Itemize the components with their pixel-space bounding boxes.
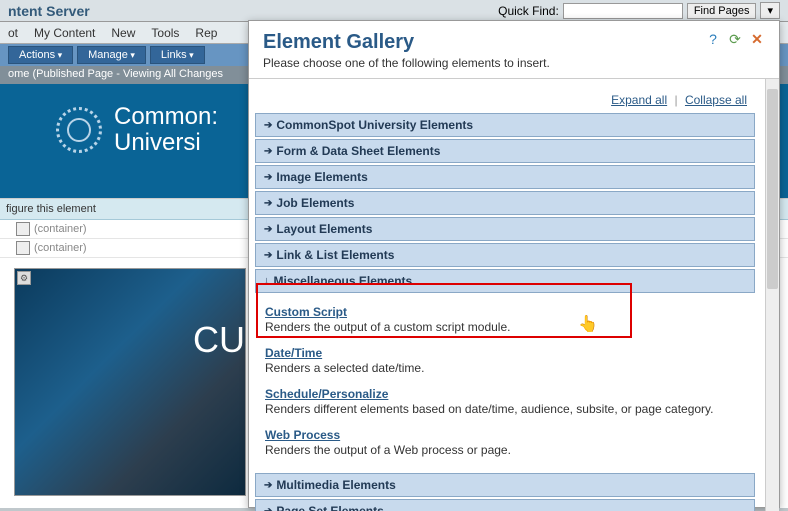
- container-icon: [16, 222, 30, 236]
- category-miscellaneous-elements[interactable]: Miscellaneous Elements: [255, 269, 755, 293]
- arrow-right-icon: [264, 120, 272, 131]
- quickfind-label: Quick Find:: [498, 4, 559, 18]
- help-icon[interactable]: ?: [705, 31, 721, 47]
- category-label: Job Elements: [276, 196, 354, 210]
- element-description: Renders the output of a Web process or p…: [265, 443, 745, 457]
- dialog-icons: ? ⟳ ✕: [705, 31, 765, 47]
- close-icon[interactable]: ✕: [749, 31, 765, 47]
- wreath-icon: [56, 107, 102, 153]
- container-label-1: (container): [34, 223, 87, 235]
- arrow-right-icon: [264, 146, 272, 157]
- element-description: Renders a selected date/time.: [265, 361, 745, 375]
- container-icon: [16, 241, 30, 255]
- element-title[interactable]: Schedule/Personalize: [265, 387, 745, 401]
- collapse-all-link[interactable]: Collapse all: [685, 93, 747, 107]
- category-layout-elements[interactable]: Layout Elements: [255, 217, 755, 241]
- scroll-thumb[interactable]: [767, 89, 778, 289]
- dialog-header: Element Gallery Please choose one of the…: [249, 21, 779, 79]
- separator: |: [674, 93, 677, 107]
- element-description: Renders different elements based on date…: [265, 402, 745, 416]
- gear-icon[interactable]: ⚙: [17, 271, 31, 285]
- element-item-custom-script[interactable]: Custom ScriptRenders the output of a cus…: [263, 299, 747, 340]
- category-items: Custom ScriptRenders the output of a cus…: [255, 295, 755, 473]
- element-title[interactable]: Custom Script: [265, 305, 745, 319]
- logo-text: Common: Universi: [114, 104, 218, 157]
- arrow-right-icon: [264, 198, 272, 209]
- category-label: Form & Data Sheet Elements: [276, 144, 440, 158]
- arrow-right-icon: [264, 172, 272, 183]
- category-label: Image Elements: [276, 170, 367, 184]
- find-pages-button[interactable]: Find Pages: [687, 3, 757, 19]
- manage-button[interactable]: Manage: [77, 46, 146, 64]
- category-page-set-elements[interactable]: Page Set Elements: [255, 499, 755, 511]
- category-commonspot-university-elements[interactable]: CommonSpot University Elements: [255, 113, 755, 137]
- category-label: Multimedia Elements: [276, 478, 395, 492]
- arrow-down-icon: [264, 275, 270, 287]
- element-item-web-process[interactable]: Web ProcessRenders the output of a Web p…: [263, 422, 747, 463]
- category-job-elements[interactable]: Job Elements: [255, 191, 755, 215]
- category-label: Layout Elements: [276, 222, 372, 236]
- element-item-date-time[interactable]: Date/TimeRenders a selected date/time.: [263, 340, 747, 381]
- expand-all-link[interactable]: Expand all: [611, 93, 667, 107]
- quickfind-input[interactable]: [563, 3, 683, 19]
- element-description: Renders the output of a custom script mo…: [265, 320, 745, 334]
- app-title: ntent Server: [8, 3, 498, 19]
- menu-ot[interactable]: ot: [8, 26, 18, 40]
- hero-text: CU: [193, 319, 245, 361]
- menu-reports[interactable]: Rep: [195, 26, 217, 40]
- top-bar: ntent Server Quick Find: Find Pages ▾: [0, 0, 788, 22]
- menu-my-content[interactable]: My Content: [34, 26, 95, 40]
- hero-image: ⚙ CU: [14, 268, 246, 496]
- refresh-icon[interactable]: ⟳: [727, 31, 743, 47]
- find-dropdown-button[interactable]: ▾: [760, 2, 780, 19]
- element-item-schedule-personalize[interactable]: Schedule/PersonalizeRenders different el…: [263, 381, 747, 422]
- scroll-area: Expand all | Collapse all CommonSpot Uni…: [249, 79, 765, 511]
- element-title[interactable]: Date/Time: [265, 346, 745, 360]
- category-label: CommonSpot University Elements: [276, 118, 473, 132]
- category-form-data-sheet-elements[interactable]: Form & Data Sheet Elements: [255, 139, 755, 163]
- arrow-right-icon: [264, 480, 272, 491]
- category-link-list-elements[interactable]: Link & List Elements: [255, 243, 755, 267]
- menu-new[interactable]: New: [111, 26, 135, 40]
- logo-line2: Universi: [114, 130, 218, 156]
- element-title[interactable]: Web Process: [265, 428, 745, 442]
- expand-collapse-row: Expand all | Collapse all: [255, 87, 755, 113]
- dialog-body: Expand all | Collapse all CommonSpot Uni…: [249, 79, 779, 511]
- arrow-right-icon: [264, 224, 272, 235]
- category-multimedia-elements[interactable]: Multimedia Elements: [255, 473, 755, 497]
- arrow-right-icon: [264, 506, 272, 511]
- logo-line1: Common:: [114, 104, 218, 130]
- links-button[interactable]: Links: [150, 46, 205, 64]
- arrow-right-icon: [264, 250, 272, 261]
- category-image-elements[interactable]: Image Elements: [255, 165, 755, 189]
- category-label: Miscellaneous Elements: [274, 274, 413, 288]
- scrollbar[interactable]: [765, 79, 779, 511]
- category-label: Link & List Elements: [276, 248, 394, 262]
- category-label: Page Set Elements: [276, 504, 383, 511]
- actions-button[interactable]: Actions: [8, 46, 73, 64]
- menu-tools[interactable]: Tools: [151, 26, 179, 40]
- dialog-title: Element Gallery: [263, 31, 550, 54]
- quick-find: Quick Find: Find Pages ▾: [498, 2, 780, 19]
- container-label-2: (container): [34, 242, 87, 254]
- element-gallery-dialog: Element Gallery Please choose one of the…: [248, 20, 780, 508]
- dialog-subtitle: Please choose one of the following eleme…: [263, 56, 550, 70]
